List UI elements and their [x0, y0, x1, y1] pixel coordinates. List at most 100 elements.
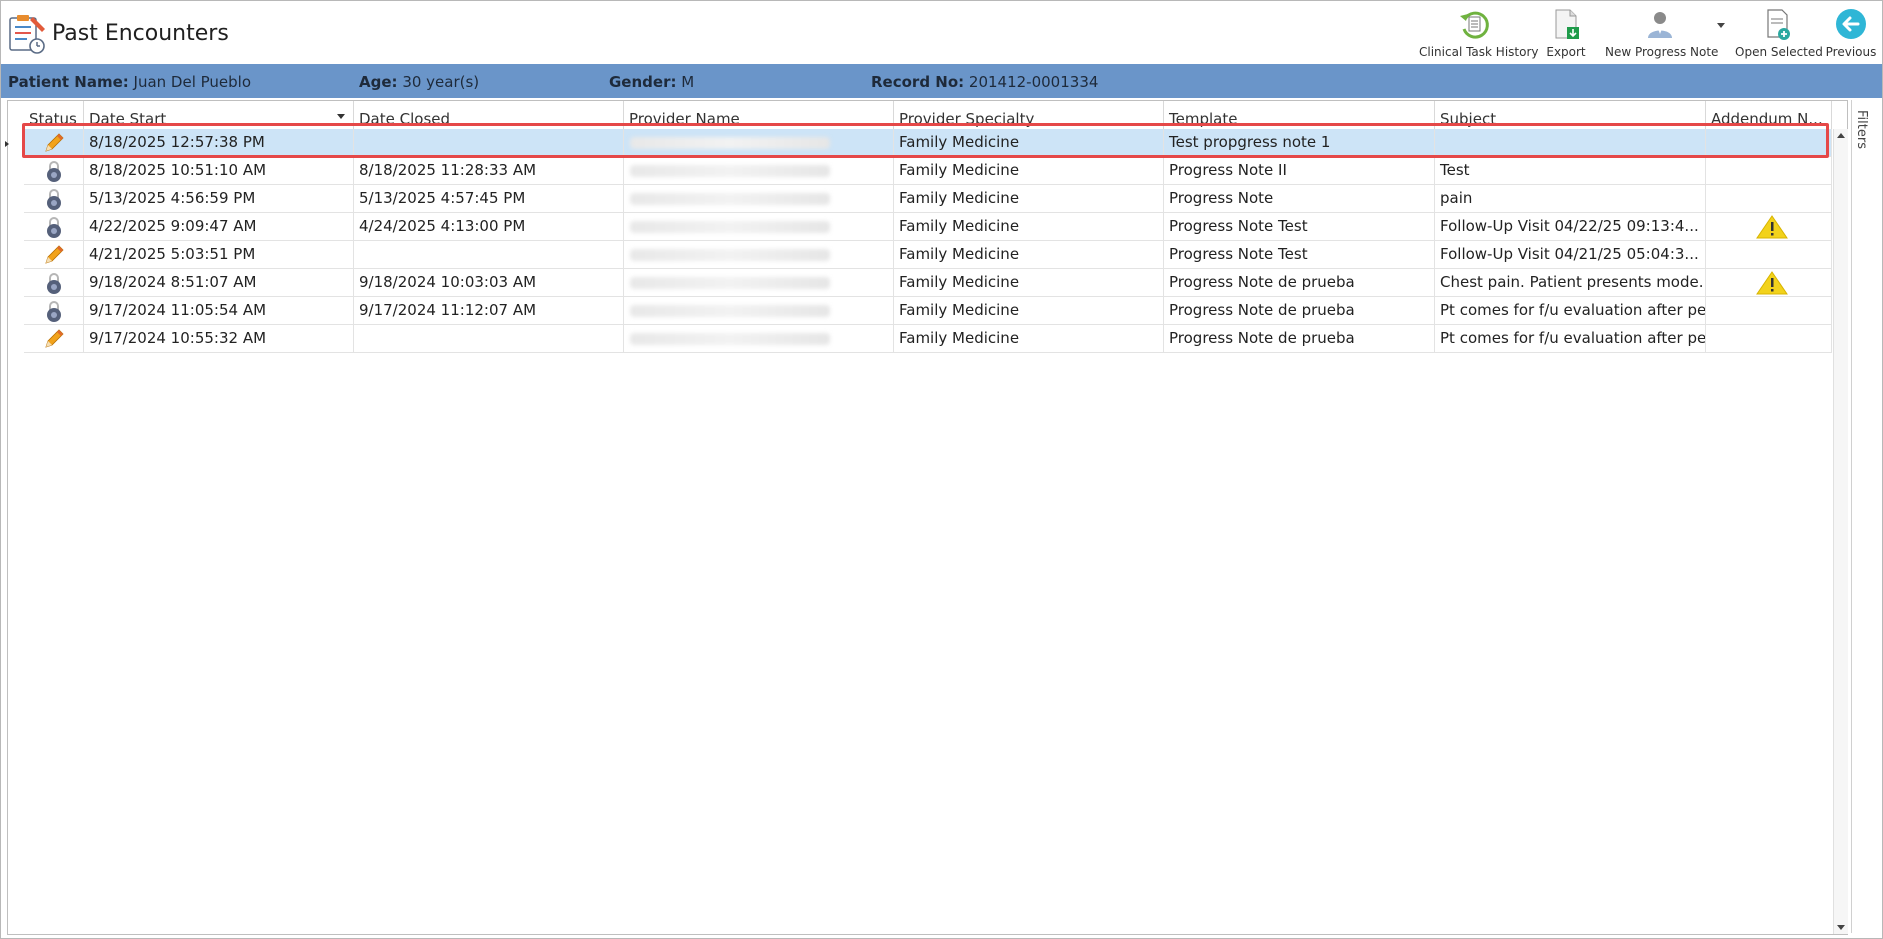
warning-icon[interactable] [1756, 215, 1788, 239]
scroll-up-icon[interactable] [1837, 133, 1845, 138]
patient-gender-label: Gender: [609, 73, 677, 91]
cell-subject: pain [1435, 185, 1706, 212]
cell-status [24, 185, 84, 212]
cell-addendum [1706, 241, 1832, 268]
patient-name-label: Patient Name: [8, 73, 129, 91]
cell-date-closed: 9/18/2024 10:03:03 AM [354, 269, 624, 296]
redacted-provider-name [630, 305, 830, 317]
redacted-provider-name [630, 137, 830, 149]
cell-date-closed: 4/24/2025 4:13:00 PM [354, 213, 624, 240]
table-row[interactable]: 4/22/2025 9:09:47 AM 4/24/2025 4:13:00 PM… [24, 213, 1832, 241]
cell-template: Progress Note Test [1164, 213, 1435, 240]
cell-provider [624, 325, 894, 352]
patient-record: Record No: 201412-0001334 [871, 73, 1098, 91]
cell-date-start: 4/22/2025 9:09:47 AM [84, 213, 354, 240]
previous-label: Previous [1825, 45, 1877, 59]
cell-specialty: Family Medicine [894, 157, 1164, 184]
column-header-status[interactable]: Status [24, 101, 84, 129]
column-header-template[interactable]: Template [1164, 101, 1435, 129]
cell-template: Progress Note [1164, 185, 1435, 212]
redacted-provider-name [630, 221, 830, 233]
export-icon [1555, 9, 1579, 39]
cell-subject: Chest pain. Patient presents mode... [1435, 269, 1706, 296]
cell-provider [624, 157, 894, 184]
cell-date-closed [354, 129, 624, 156]
filters-panel-tab[interactable]: Filters [1851, 100, 1880, 933]
open-selected-button[interactable]: Open Selected [1735, 7, 1823, 61]
cell-specialty: Family Medicine [894, 269, 1164, 296]
cell-provider [624, 297, 894, 324]
column-header-date-start[interactable]: Date Start [84, 101, 354, 129]
cell-addendum [1706, 185, 1832, 212]
cell-specialty: Family Medicine [894, 129, 1164, 156]
patient-age-value: 30 year(s) [402, 73, 480, 91]
table-row[interactable]: 8/18/2025 12:57:38 PM Family Medicine Test… [24, 129, 1832, 157]
clinical-task-history-button[interactable]: Clinical Task History [1419, 7, 1539, 61]
pencil-icon [45, 133, 64, 152]
cell-template: Progress Note Test [1164, 241, 1435, 268]
patient-record-value: 201412-0001334 [968, 73, 1099, 91]
cell-date-start: 4/21/2025 5:03:51 PM [84, 241, 354, 268]
table-row[interactable]: 9/18/2024 8:51:07 AM 9/18/2024 10:03:03 A… [24, 269, 1832, 297]
clinical-task-history-label: Clinical Task History [1419, 45, 1539, 59]
clinical-task-history-icon [1460, 11, 1489, 39]
cell-status [24, 129, 84, 156]
header: Past Encounters Clinical Task History Ex… [1, 1, 1882, 64]
new-progress-note-dropdown-icon[interactable] [1717, 23, 1725, 28]
patient-name: Patient Name: Juan Del Pueblo [8, 73, 251, 91]
column-header-provider-specialty[interactable]: Provider Specialty [894, 101, 1164, 129]
column-header-addendum[interactable]: Addendum N... [1706, 101, 1832, 129]
pencil-icon [45, 245, 64, 264]
scroll-down-icon[interactable] [1837, 925, 1845, 930]
cell-date-start: 8/18/2025 10:51:10 AM [84, 157, 354, 184]
previous-arrow-icon [1836, 9, 1866, 39]
cell-specialty: Family Medicine [894, 213, 1164, 240]
lock-icon [47, 217, 61, 238]
export-label: Export [1546, 45, 1586, 59]
cell-subject [1435, 129, 1706, 156]
export-button[interactable]: Export [1541, 7, 1591, 61]
table-row[interactable]: 9/17/2024 10:55:32 AM Family Medicine Prog… [24, 325, 1832, 353]
lock-icon [47, 161, 61, 182]
cell-provider [624, 213, 894, 240]
column-header-date-start-label: Date Start [89, 110, 167, 128]
table-row[interactable]: 5/13/2025 4:56:59 PM 5/13/2025 4:57:45 PM… [24, 185, 1832, 213]
patient-gender: Gender: M [609, 73, 694, 91]
table-row[interactable]: 8/18/2025 10:51:10 AM 8/18/2025 11:28:33 … [24, 157, 1832, 185]
cell-date-closed: 8/18/2025 11:28:33 AM [354, 157, 624, 184]
vertical-scrollbar[interactable] [1833, 129, 1848, 934]
cell-addendum [1706, 297, 1832, 324]
column-header-date-closed[interactable]: Date Closed [354, 101, 624, 129]
row-indicator-column [8, 101, 23, 934]
lock-icon [47, 273, 61, 294]
column-header-subject[interactable]: Subject [1435, 101, 1706, 129]
new-progress-note-label: New Progress Note [1605, 45, 1719, 59]
open-selected-label: Open Selected [1735, 45, 1823, 59]
cell-subject: Follow-Up Visit 04/22/25 09:13:4... [1435, 213, 1706, 240]
warning-icon[interactable] [1756, 271, 1788, 295]
cell-template: Progress Note de prueba [1164, 269, 1435, 296]
previous-button[interactable]: Previous [1823, 7, 1879, 61]
encounters-app-icon [9, 15, 45, 54]
new-progress-note-button[interactable]: New Progress Note [1605, 7, 1719, 61]
cell-date-closed: 5/13/2025 4:57:45 PM [354, 185, 624, 212]
cell-provider [624, 129, 894, 156]
cell-specialty: Family Medicine [894, 185, 1164, 212]
pencil-icon [45, 329, 64, 348]
redacted-provider-name [630, 333, 830, 345]
cell-template: Test propgress note 1 [1164, 129, 1435, 156]
cell-date-start: 9/18/2024 8:51:07 AM [84, 269, 354, 296]
redacted-provider-name [630, 277, 830, 289]
encounters-grid: Status Date Start Date Closed Provider N… [7, 100, 1848, 935]
table-row[interactable]: 4/21/2025 5:03:51 PM Family Medicine Progr… [24, 241, 1832, 269]
column-header-provider-name[interactable]: Provider Name [624, 101, 894, 129]
cell-date-closed [354, 325, 624, 352]
cell-specialty: Family Medicine [894, 241, 1164, 268]
cell-date-closed: 9/17/2024 11:12:07 AM [354, 297, 624, 324]
cell-date-start: 9/17/2024 11:05:54 AM [84, 297, 354, 324]
cell-status [24, 325, 84, 352]
patient-age-label: Age: [359, 73, 398, 91]
table-row[interactable]: 9/17/2024 11:05:54 AM 9/17/2024 11:12:07 … [24, 297, 1832, 325]
redacted-provider-name [630, 193, 830, 205]
cell-status [24, 157, 84, 184]
